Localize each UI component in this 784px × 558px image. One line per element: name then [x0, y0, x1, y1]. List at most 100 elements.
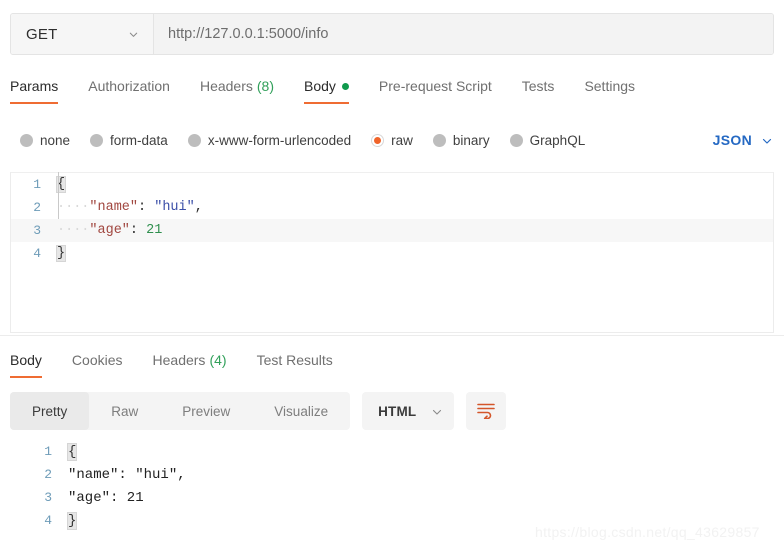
response-tabs: Body Cookies Headers (4) Test Results — [10, 348, 363, 382]
tab-pre-request-script[interactable]: Pre-request Script — [379, 74, 492, 104]
word-wrap-button[interactable] — [466, 392, 507, 430]
response-tab-headers-label: Headers — [152, 352, 206, 368]
line-number: 1 — [33, 177, 41, 192]
close-brace: } — [66, 511, 78, 530]
line-number: 2 — [33, 200, 41, 215]
view-mode-pretty[interactable]: Pretty — [10, 392, 90, 430]
json-key: "age" — [89, 223, 130, 238]
panel-divider — [0, 335, 784, 336]
tab-headers-label: Headers — [199, 78, 253, 94]
view-mode-preview-label: Preview — [182, 403, 231, 419]
view-mode-pretty-label: Pretty — [32, 403, 68, 419]
body-type-binary[interactable]: binary — [432, 132, 490, 148]
body-type-urlencoded[interactable]: x-www-form-urlencoded — [187, 132, 352, 148]
line-content: "age": 21 — [68, 489, 144, 506]
tab-settings-label: Settings — [584, 78, 636, 94]
body-type-form-data-label: form-data — [110, 132, 168, 148]
close-brace: } — [55, 245, 67, 262]
body-type-radio-group: none form-data x-www-form-urlencoded raw… — [20, 126, 774, 154]
tab-headers-count: (8) — [256, 78, 274, 94]
body-language-label: JSON — [712, 132, 752, 148]
indent-guide: ···· — [57, 223, 90, 238]
json-colon: : — [129, 223, 139, 238]
open-brace: { — [66, 442, 78, 461]
line-number: 1 — [44, 444, 52, 459]
line-content: { — [55, 176, 67, 193]
body-type-urlencoded-label: x-www-form-urlencoded — [207, 132, 352, 148]
radio-icon — [20, 133, 33, 147]
chevron-down-icon — [431, 406, 442, 417]
line-content: ····"age": 21 — [55, 223, 162, 238]
response-tab-cookies[interactable]: Cookies — [72, 348, 123, 378]
line-content: } — [66, 511, 78, 530]
request-body-editor[interactable]: 1 { 2 ····"name": "hui", 3 ····"age": 21… — [10, 172, 774, 333]
request-url-bar: GET http://127.0.0.1:5000/info — [10, 13, 774, 55]
http-method-select[interactable]: GET — [11, 14, 154, 54]
response-tab-headers[interactable]: Headers (4) — [153, 348, 227, 378]
response-line: 1 { — [10, 440, 774, 463]
response-tab-test-results[interactable]: Test Results — [257, 348, 333, 378]
response-tab-test-results-label: Test Results — [256, 352, 333, 368]
tab-settings[interactable]: Settings — [584, 74, 635, 104]
body-type-form-data[interactable]: form-data — [90, 133, 168, 148]
response-tab-body[interactable]: Body — [10, 348, 42, 378]
radio-icon — [187, 133, 201, 147]
line-number: 2 — [44, 467, 52, 482]
editor-line: 2 ····"name": "hui", — [11, 196, 773, 219]
json-string-value: "hui" — [154, 200, 195, 215]
line-number: 4 — [44, 513, 52, 528]
view-mode-visualize[interactable]: Visualize — [252, 392, 350, 430]
body-type-none[interactable]: none — [20, 133, 70, 148]
body-type-binary-label: binary — [452, 132, 490, 148]
body-type-raw-label: raw — [391, 132, 413, 148]
view-mode-raw-label: Raw — [111, 403, 139, 419]
line-number: 4 — [33, 246, 41, 261]
tab-authorization[interactable]: Authorization — [88, 74, 170, 104]
body-type-graphql-label: GraphQL — [529, 132, 586, 148]
tab-body[interactable]: Body — [304, 74, 349, 104]
radio-selected-icon — [371, 133, 385, 147]
indent-guide: ···· — [57, 200, 90, 215]
http-method-label: GET — [26, 25, 58, 43]
line-content: "name": "hui", — [68, 466, 186, 483]
body-type-none-label: none — [40, 132, 71, 148]
chevron-down-icon — [761, 135, 772, 146]
request-tabs: Params Authorization Headers (8) Body Pr… — [10, 74, 665, 112]
tab-tests[interactable]: Tests — [522, 74, 555, 104]
response-tab-headers-count: (4) — [209, 352, 227, 368]
body-modified-dot-icon — [341, 82, 349, 90]
request-url-input[interactable]: http://127.0.0.1:5000/info — [154, 14, 773, 54]
response-view-mode-group: Pretty Raw Preview Visualize — [10, 392, 351, 430]
view-mode-preview[interactable]: Preview — [160, 392, 252, 430]
radio-icon — [90, 133, 104, 147]
json-number-value: 21 — [146, 223, 163, 238]
editor-cursor-guide — [58, 172, 59, 219]
line-number: 3 — [33, 223, 41, 238]
editor-line: 4 } — [11, 242, 773, 265]
radio-icon — [432, 133, 446, 147]
word-wrap-icon — [476, 401, 496, 422]
tab-authorization-label: Authorization — [88, 78, 170, 94]
tab-body-label: Body — [304, 78, 336, 94]
tab-headers[interactable]: Headers (8) — [200, 74, 274, 104]
line-number: 3 — [44, 490, 52, 505]
tab-params-label: Params — [10, 78, 59, 94]
response-tab-cookies-label: Cookies — [71, 352, 123, 368]
watermark: https://blog.csdn.net/qq_43629857 — [535, 524, 760, 540]
body-language-select[interactable]: JSON — [713, 132, 774, 148]
response-format-label: HTML — [378, 403, 417, 419]
chevron-down-icon — [128, 29, 139, 40]
tab-params[interactable]: Params — [10, 74, 59, 104]
json-key: "name" — [89, 200, 139, 215]
tab-tests-label: Tests — [521, 78, 555, 94]
line-content: ····"name": "hui", — [55, 200, 203, 215]
body-type-graphql[interactable]: GraphQL — [509, 132, 586, 148]
body-type-raw[interactable]: raw — [371, 133, 413, 148]
response-line: 3 "age": 21 — [10, 486, 774, 509]
response-format-select[interactable]: HTML — [362, 392, 455, 430]
view-mode-raw[interactable]: Raw — [89, 392, 160, 430]
response-line: 2 "name": "hui", — [10, 463, 774, 486]
radio-icon — [509, 133, 523, 147]
tab-pre-request-script-label: Pre-request Script — [378, 78, 492, 94]
line-content: } — [55, 245, 67, 262]
